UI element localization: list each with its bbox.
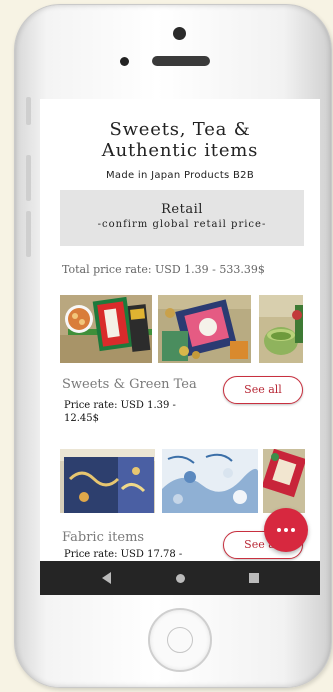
phone-speaker <box>152 56 210 66</box>
more-horizontal-icon-dot-3 <box>291 528 295 532</box>
back-icon[interactable] <box>102 572 111 584</box>
fabric-kimono-image[interactable] <box>60 449 155 513</box>
retail-title: Retail <box>161 202 203 217</box>
home-icon[interactable] <box>176 574 185 583</box>
phone-front-camera <box>120 57 129 66</box>
phone-side-button <box>26 97 31 125</box>
page-title-line-1: Sweets, Tea & <box>109 119 251 140</box>
sweets-package-image[interactable] <box>60 295 152 363</box>
total-price-rate: Total price rate: USD 1.39 - 533.39$ <box>62 263 265 276</box>
category-title-fabric[interactable]: Fabric items <box>62 530 144 545</box>
category-price-sweets-line-1: Price rate: USD 1.39 - <box>64 400 176 411</box>
retail-subtitle: -confirm global retail price- <box>97 219 267 230</box>
fabric-red-item-image[interactable] <box>263 449 305 513</box>
android-nav-bar <box>40 561 320 595</box>
home-button-ring-icon <box>167 627 193 653</box>
tea-package-image[interactable] <box>158 295 251 363</box>
more-options-fab[interactable] <box>264 508 308 552</box>
phone-sensor <box>173 27 186 40</box>
page-title: Sweets, Tea & Authentic items <box>40 119 320 161</box>
app-screen: Sweets, Tea & Authentic items Made in Ja… <box>40 99 320 595</box>
see-all-sweets-button[interactable]: See all <box>223 376 303 404</box>
recent-apps-icon[interactable] <box>249 573 259 583</box>
retail-price-button[interactable]: Retail -confirm global retail price- <box>60 190 304 246</box>
more-horizontal-icon-dot-2 <box>284 528 288 532</box>
category-price-sweets: Price rate: USD 1.39 - 12.45$ <box>64 399 176 425</box>
category-title-sweets[interactable]: Sweets & Green Tea <box>62 377 197 392</box>
category-price-fabric-line-1: Price rate: USD 17.78 - <box>64 549 183 560</box>
fabric-image-carousel[interactable] <box>60 449 320 517</box>
page-title-line-2: Authentic items <box>101 140 259 161</box>
category-price-sweets-line-2: 12.45$ <box>64 413 99 424</box>
phone-volume-down-button <box>26 211 31 257</box>
fabric-blue-pattern-image[interactable] <box>162 449 258 513</box>
more-horizontal-icon-dot-1 <box>277 528 281 532</box>
sweets-image-carousel[interactable] <box>60 295 320 363</box>
page-header: Sweets, Tea & Authentic items Made in Ja… <box>40 119 320 181</box>
green-tea-cup-image[interactable] <box>259 295 303 363</box>
page-subtitle: Made in Japan Products B2B <box>105 170 255 181</box>
category-price-fabric: Price rate: USD 17.78 - <box>64 548 182 561</box>
phone-home-button[interactable] <box>148 608 212 672</box>
phone-volume-up-button <box>26 155 31 201</box>
